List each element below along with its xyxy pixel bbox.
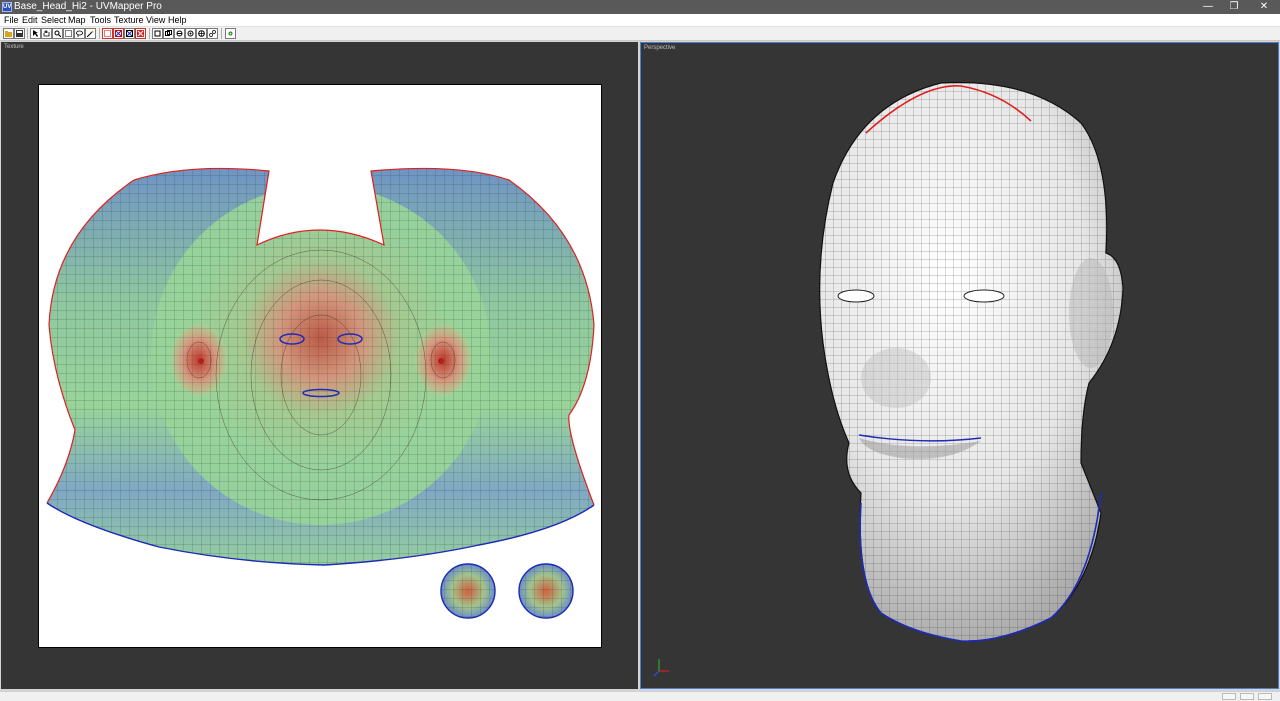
uv-layout[interactable] [39,85,602,648]
uv-shell-eyeball-left[interactable] [439,563,499,623]
toolbar [0,27,1280,41]
select-face-icon[interactable] [124,28,135,39]
lasso-icon[interactable] [74,28,85,39]
minimize-icon[interactable]: — [1198,0,1218,14]
move-icon[interactable] [196,28,207,39]
texture-viewport[interactable]: Texture [1,42,638,689]
menu-file[interactable]: File [4,14,19,27]
status-bar [0,691,1280,701]
uv-ear-center-right [438,358,444,364]
mesh-eye-left [837,289,875,303]
head-mesh-render[interactable] [641,43,1278,688]
menu-map[interactable]: Map [68,14,86,27]
status-cell [1240,693,1254,700]
relax-icon[interactable] [207,28,218,39]
select-vertex-icon[interactable] [102,28,113,39]
flip-horizontal-icon[interactable] [152,28,163,39]
menu-texture[interactable]: Texture [114,14,144,27]
menu-help[interactable]: Help [168,14,187,27]
open-icon[interactable] [3,28,14,39]
uv-ear-center-left [198,358,204,364]
uv-canvas[interactable] [38,84,602,648]
menu-edit[interactable]: Edit [22,14,38,27]
zoom-icon[interactable] [52,28,63,39]
menu-bar: File Edit Select Map Tools Texture View … [0,14,1280,27]
save-icon[interactable] [14,28,25,39]
select-group-icon[interactable] [135,28,146,39]
toolbar-divider [149,28,150,39]
rotate-icon[interactable] [174,28,185,39]
menu-view[interactable]: View [146,14,165,27]
status-cell [1222,693,1236,700]
mesh-eye-right [963,289,1005,303]
title-bar: UV Base_Head_Hi2 - UVMapper Pro — ❐ ✕ [0,0,1280,14]
magic-wand-icon[interactable] [85,28,96,39]
menu-tools[interactable]: Tools [90,14,111,27]
flip-vertical-icon[interactable] [163,28,174,39]
toolbar-divider [27,28,28,39]
marquee-select-icon[interactable] [63,28,74,39]
axis-gizmo-icon [653,659,669,677]
app-icon: UV [2,2,12,12]
hand-pan-icon[interactable] [41,28,52,39]
uv-shell-eyeball-right[interactable] [517,563,577,623]
uv-shell-head[interactable] [39,155,602,575]
status-cell [1258,693,1272,700]
menu-select[interactable]: Select [41,14,66,27]
select-edge-icon[interactable] [113,28,124,39]
select-arrow-icon[interactable] [30,28,41,39]
restore-icon[interactable]: ❐ [1224,0,1244,14]
toolbar-divider [99,28,100,39]
window-title: Base_Head_Hi2 - UVMapper Pro [14,1,162,12]
texture-panel-label: Texture [4,44,24,50]
scale-icon[interactable] [185,28,196,39]
workspace: Texture Perspective [0,41,1280,691]
toolbar-divider [221,28,222,39]
perspective-viewport[interactable]: Perspective [640,42,1279,689]
settings-icon[interactable] [225,28,236,39]
close-icon[interactable]: ✕ [1254,0,1274,14]
